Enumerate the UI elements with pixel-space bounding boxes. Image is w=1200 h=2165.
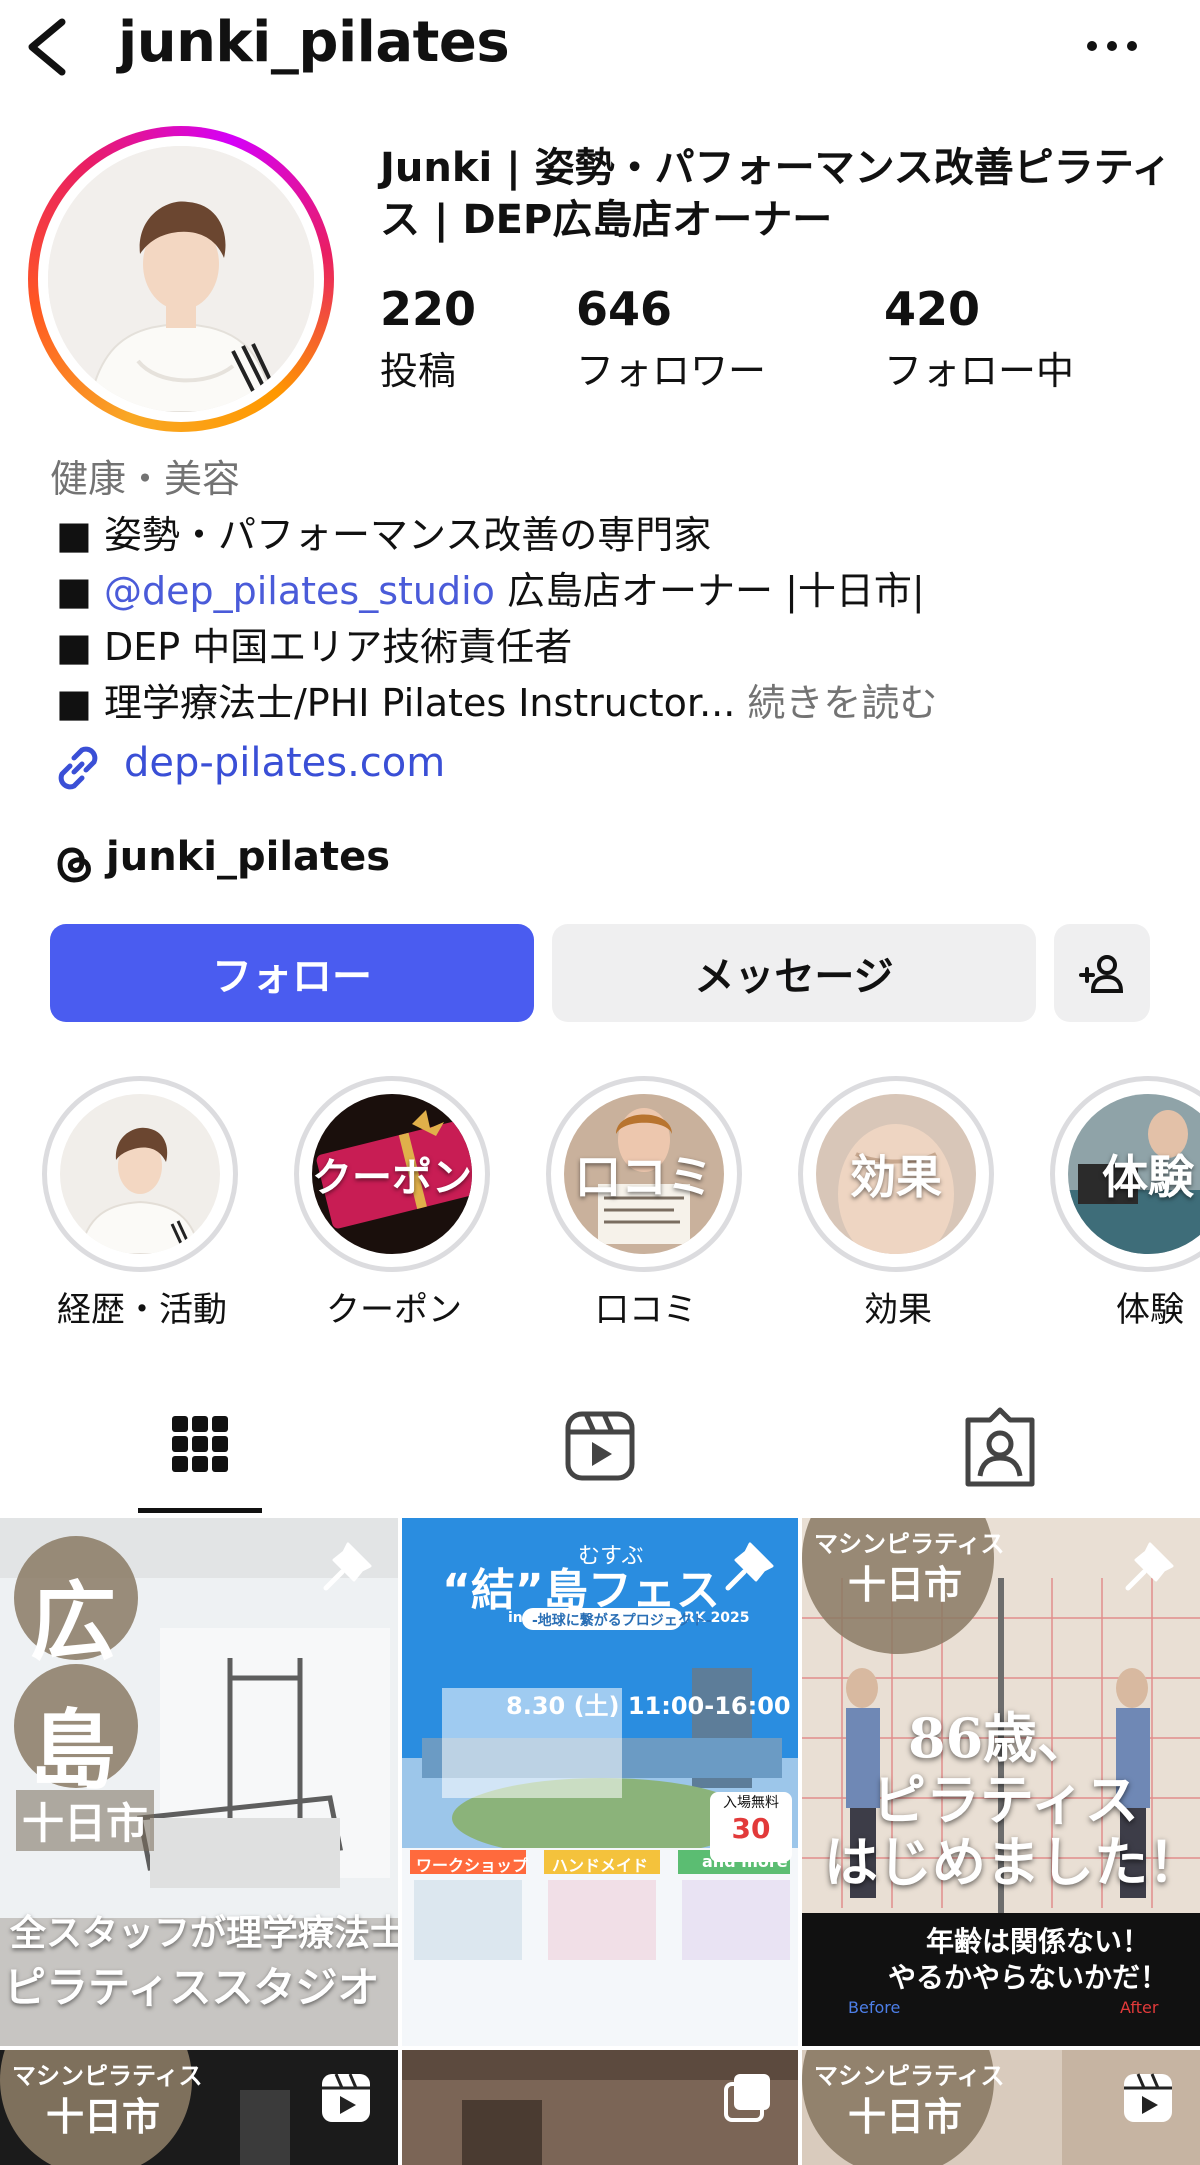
message-button[interactable]: メッセージ — [552, 924, 1036, 1022]
highlight-cover: 体験 — [1068, 1094, 1200, 1254]
post-text: 全スタッフが理学療法士の — [10, 1912, 398, 1954]
post-thumbnail[interactable]: 広 島 十日市 全スタッフが理学療法士の ピラティススタジオ — [0, 1518, 398, 2046]
add-user-icon — [1079, 955, 1124, 993]
mention-link[interactable]: @dep_pilates_studio — [104, 569, 495, 613]
read-more-link[interactable]: 続きを読む — [747, 681, 937, 725]
post-text: 島 — [30, 1700, 116, 1801]
bio-line: ■ @dep_pilates_studio 広島店オーナー |十日市| — [56, 560, 925, 615]
post-thumbnail[interactable]: マシンピラティス 十日市 — [0, 2050, 398, 2165]
post-text: Before — [848, 1998, 901, 2017]
chevron-left-icon[interactable] — [22, 14, 72, 80]
posts-label: 投稿 — [380, 349, 457, 393]
highlight-label: 体験 — [1116, 1290, 1184, 1330]
post-text: やるかやらないかだ！ — [888, 1961, 1169, 1994]
bio-line: ■ DEP 中国エリア技術責任者 — [56, 625, 573, 669]
post-text: ハンドメイド — [552, 1856, 649, 1875]
highlight-label: 効果 — [864, 1290, 932, 1330]
threads-handle[interactable]: junki_pilates — [106, 834, 390, 880]
bio-line: ■ 理学療法士/PHI Pilates Instructor... 続きを読む — [56, 672, 937, 727]
reels-icon — [322, 2073, 370, 2122]
post-thumbnail[interactable] — [402, 2050, 798, 2165]
post-text: 入場無料 — [723, 1795, 779, 1811]
post-thumbnail[interactable]: むすぶ “結”島フェス in HIROSHIMA GATEPARK 2025 -… — [402, 1518, 798, 2046]
highlight-cover: クーポン — [312, 1094, 472, 1254]
post-text: 十日市 — [848, 1562, 963, 1607]
tagged-icon[interactable] — [950, 1404, 1050, 1494]
active-tab-indicator — [138, 1508, 262, 1513]
profile-photo — [48, 146, 314, 412]
post-text: 30 — [731, 1812, 771, 1845]
highlight-cover-text: 口コミ — [575, 1150, 713, 1204]
ellipsis-icon[interactable] — [1082, 28, 1142, 64]
highlight-cover-text: 効果 — [850, 1150, 942, 1204]
bio-bullet: ■ — [56, 569, 104, 613]
post-text: “結”島フェス — [442, 1565, 720, 1616]
post-text: After — [1120, 1998, 1159, 2017]
carousel-icon — [724, 2074, 770, 2122]
pin-icon — [323, 1542, 372, 1591]
post-text: 十日市 — [46, 2094, 161, 2139]
link-icon — [58, 746, 98, 790]
post-text: ピラティススタジオ — [4, 1963, 380, 2012]
bio-text: ■ 理学療法士/PHI Pilates Instructor... — [56, 681, 736, 725]
following-count[interactable]: 420 — [884, 282, 980, 336]
post-text: ワークショップ — [416, 1856, 529, 1875]
highlight-cover-text: クーポン — [312, 1154, 472, 1201]
bio-line: ■ 姿勢・パフォーマンス改善の専門家 — [56, 513, 712, 557]
suggested-users-button[interactable] — [1054, 924, 1150, 1022]
highlight-cover — [60, 1094, 220, 1254]
pin-icon — [725, 1542, 774, 1591]
category-label: 健康・美容 — [50, 457, 241, 501]
posts-count: 220 — [380, 282, 477, 336]
website-link[interactable]: dep-pilates.com — [124, 740, 445, 786]
highlight-cover-text: 体験 — [1102, 1150, 1194, 1204]
followers-label[interactable]: フォロワー — [576, 340, 766, 395]
pin-icon — [1125, 1542, 1174, 1591]
grid-icon[interactable] — [150, 1404, 250, 1494]
post-tagline: -地球に繋がるプロジェクト- — [532, 1613, 712, 1629]
post-text: 8.30 (土) 11:00-16:00 — [506, 1692, 791, 1720]
post-thumbnail[interactable]: マシンピラティス 十日市 86歳、 ピラティス はじめました！ 年齢は関係ない！… — [802, 1518, 1200, 2046]
follow-button[interactable]: フォロー — [50, 924, 534, 1022]
avatar[interactable] — [28, 126, 334, 432]
post-text: and more — [702, 1852, 788, 1871]
highlight-label: クーポン — [326, 1290, 462, 1330]
highlight-cover: 効果 — [816, 1094, 976, 1254]
post-text: 年齢は関係ない！ — [926, 1925, 1151, 1958]
reels-icon — [1124, 2073, 1172, 2122]
followers-count[interactable]: 646 — [576, 282, 672, 336]
post-text: はじめました！ — [824, 1830, 1200, 1894]
highlight-cover: 口コミ — [564, 1094, 724, 1254]
header-username: junki_pilates — [118, 10, 510, 75]
post-text: 広 — [30, 1572, 116, 1673]
highlight-label: 経歴・活動 — [57, 1290, 227, 1330]
bio-text: 広島店オーナー |十日市| — [494, 569, 925, 613]
display-name: Junki | 姿勢・パフォーマンス改善ピラティス | DEP広島店オーナー — [380, 145, 1172, 243]
reels-icon[interactable] — [550, 1404, 650, 1494]
threads-icon — [57, 847, 91, 883]
post-thumbnail[interactable]: マシンピラティス 十日市 — [802, 2050, 1200, 2165]
following-label[interactable]: フォロー中 — [884, 340, 1074, 395]
post-text: 十日市 — [16, 1790, 155, 1851]
highlight-label: 口コミ — [595, 1290, 697, 1330]
post-text: 十日市 — [848, 2094, 963, 2139]
